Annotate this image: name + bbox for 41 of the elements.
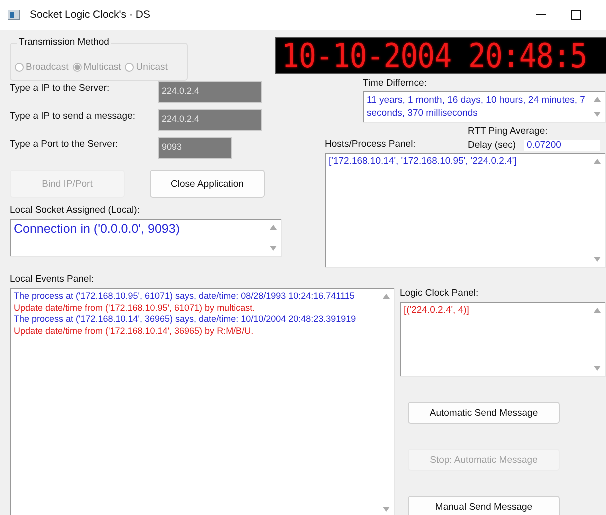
logic-clock-text: [('224.0.2.4', 4)] [404,305,470,318]
delay-value: 0.07200 [524,140,600,151]
led-clock-display: 10-10-2004 20:48:5 [275,37,606,74]
window-title: Socket Logic Clock's - DS [30,9,150,21]
scroll-down-icon[interactable] [383,507,390,512]
scroll-up-icon[interactable] [383,294,390,299]
delay-label: Delay (sec) [468,140,516,151]
panel-label: Local Events Panel: [10,274,95,285]
time-difference-text: 11 years, 1 month, 16 days, 10 hours, 24 minutes, 7 seconds, 370 milliseconds [367,94,586,120]
input-field[interactable]: 224.0.2.4 [158,81,262,103]
field-label: Type a IP to the Server: [10,82,111,94]
field-label: Type a Port to the Server: [10,138,120,150]
scroll-up-icon[interactable] [594,97,601,102]
panel-label: Logic Clock Panel: [400,288,480,299]
event-line: The process at ('172.168.10.95', 61071) says, date/time: 08/28/1993 10:24:16.741115 [14,291,356,302]
minimize-icon[interactable] [536,14,546,16]
hosts-text: ['172.168.10.14', '172.168.10.95', '224.0.2.4'] [329,156,518,169]
field-label: Type a IP to send a message: [10,110,137,122]
scroll-down-icon[interactable] [594,257,601,262]
input-field[interactable]: 224.0.2.4 [158,109,262,131]
scroll-down-icon[interactable] [594,366,601,371]
event-line: Update date/time from ('172.168.10.95', 61071) by multicast. [14,302,256,314]
scroll-down-icon[interactable] [270,246,277,251]
maximize-icon[interactable] [571,10,581,20]
app-icon [8,10,20,20]
event-line: Update date/time from ('172.168.10.14', 36965) by R:M/B/U. [14,326,255,337]
event-line: The process at ('172.168.10.14', 36965) says, date/time: 10/10/2004 20:48:23.391919 [14,314,358,326]
rtt-title: RTT Ping Average: [468,126,549,137]
scroll-up-icon[interactable] [594,308,601,313]
push-button[interactable]: Manual Send Message [408,496,560,515]
scroll-down-icon[interactable] [594,112,601,117]
socket-text: Connection in ('0.0.0.0', 9093) [14,222,181,238]
push-button[interactable]: Automatic Send Message [408,402,560,424]
panel-label: Hosts/Process Panel: [325,139,416,151]
push-button[interactable]: Close Application [150,170,265,198]
panel-label: Time Differnce: [363,78,428,89]
scroll-up-icon[interactable] [270,225,277,230]
panel-label: Local Socket Assigned (Local): [10,205,141,216]
input-field[interactable]: 9093 [158,137,232,159]
scroll-up-icon[interactable] [594,159,601,164]
group-title: Transmission Method [17,37,112,48]
